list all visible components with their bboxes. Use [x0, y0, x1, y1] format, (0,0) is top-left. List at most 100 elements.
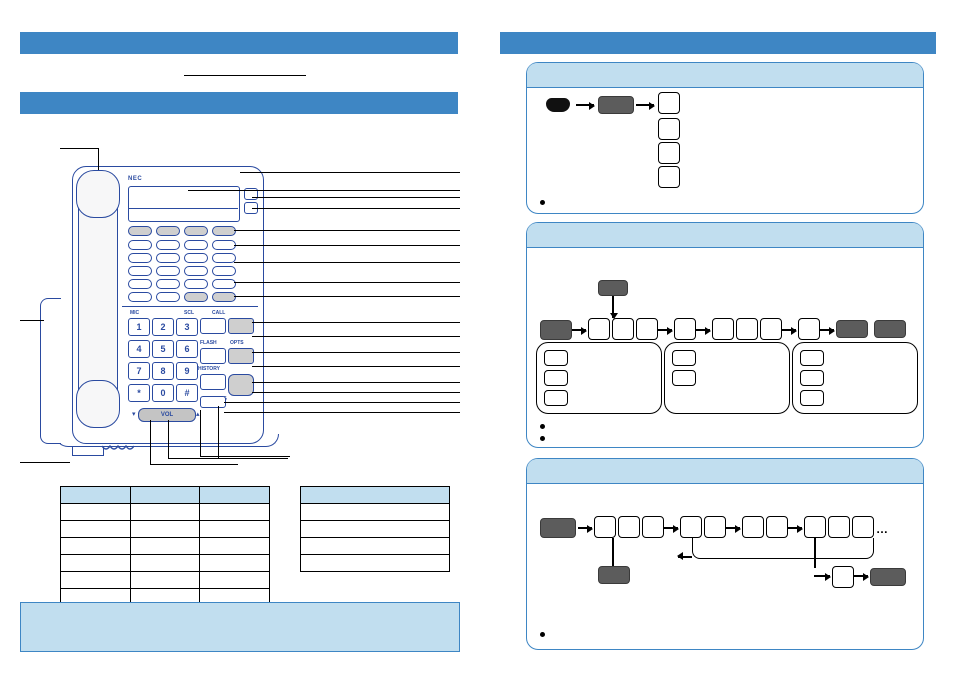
s1-key-dark — [598, 96, 634, 114]
s3-b5 — [704, 516, 726, 538]
callout-line-l1 — [20, 320, 44, 321]
s3-b3 — [642, 516, 664, 538]
s3-ar-5 — [814, 575, 830, 577]
softkey-1 — [128, 226, 152, 236]
softkey-3 — [184, 226, 208, 236]
table-a — [60, 486, 270, 606]
s2-ar-2 — [658, 329, 672, 331]
s1-stack-4 — [658, 166, 680, 188]
right-section-3-header — [527, 459, 923, 484]
callout-line-handset — [60, 148, 98, 149]
s2-g2-k1 — [672, 350, 696, 366]
s1-arrow-2 — [636, 104, 654, 106]
callout-bline-h3 — [200, 456, 290, 457]
s3-start-dark — [540, 518, 576, 538]
callout-line-r16 — [224, 402, 356, 403]
s3-b4 — [680, 516, 702, 538]
s2-b6 — [736, 318, 758, 340]
s2-b2 — [612, 318, 634, 340]
callout-bline-4 — [218, 406, 219, 458]
func-label-scl: SCL — [184, 310, 194, 316]
s2-b5 — [712, 318, 734, 340]
s2-b3 — [636, 318, 658, 340]
button-block-divider — [122, 306, 258, 307]
callout-line-l2 — [20, 462, 70, 463]
volume-rocker: VOL — [138, 408, 196, 422]
s3-ar-back — [678, 556, 692, 558]
s2-bullet-2 — [540, 436, 545, 441]
key-9: 9 — [176, 362, 198, 380]
s1-bullet — [540, 200, 545, 205]
callout-line-r9 — [234, 296, 314, 297]
s3-branch-connector — [692, 538, 874, 559]
label-underline-r8 — [342, 282, 460, 283]
right-section-2-header — [527, 223, 923, 248]
callout-line-left-top — [98, 148, 99, 170]
label-underline-r11 — [344, 336, 460, 337]
label-underline-r2 — [320, 190, 460, 191]
callout-bline-h4 — [218, 458, 288, 459]
callout-line-r6 — [234, 245, 384, 246]
s2-ar-3 — [696, 329, 710, 331]
key-star: * — [128, 384, 150, 402]
s3-b1 — [594, 516, 616, 538]
s2-end-dark — [836, 320, 868, 338]
document-page: NEC MIC SCL CALL 1 2 3 4 — [0, 0, 954, 675]
s2-g3-k1 — [800, 350, 824, 366]
brand-label: NEC — [128, 176, 142, 182]
phone-cord-icon — [100, 444, 144, 468]
label-underline-r13 — [356, 366, 460, 367]
key-7: 7 — [128, 362, 150, 380]
left-footer-band — [20, 602, 460, 652]
s3-bullet — [540, 632, 545, 637]
s3-ar-6 — [854, 575, 868, 577]
s3-ar-1 — [578, 527, 592, 529]
lcd-screen — [128, 186, 240, 222]
s2-g1-k3 — [544, 390, 568, 406]
callout-bline-3 — [200, 410, 201, 456]
callout-line-r14 — [252, 382, 356, 383]
label-underline-r1 — [320, 172, 460, 173]
s2-b8 — [798, 318, 820, 340]
s2-g3-k3 — [800, 390, 824, 406]
func-key-f — [200, 396, 226, 408]
s3-b6 — [742, 516, 764, 538]
s3-b11 — [832, 566, 854, 588]
label-underline-r3 — [382, 197, 460, 198]
callout-bline-1 — [150, 420, 151, 464]
left-title-bar-1 — [20, 32, 458, 54]
callout-line-r11 — [252, 336, 344, 337]
key-5: 5 — [152, 340, 174, 358]
callout-line-r4 — [252, 208, 384, 209]
s2-b1 — [588, 318, 610, 340]
handset-icon — [546, 98, 570, 112]
func-label-history: HISTORY — [198, 366, 220, 372]
s1-arrow-1 — [576, 104, 594, 106]
s3-ellipsis: … — [876, 522, 889, 536]
label-underline-r12 — [344, 352, 460, 353]
lcd-divider — [128, 208, 238, 209]
left-title-bar-2 — [20, 92, 458, 114]
callout-line-r10 — [252, 322, 344, 323]
callout-line-r1 — [240, 172, 320, 173]
label-underline-r14 — [356, 382, 460, 383]
s2-bullet-1 — [540, 424, 545, 429]
s2-top-dark — [598, 280, 628, 296]
key-hash: # — [176, 384, 198, 402]
softkey-4 — [212, 226, 236, 236]
s2-start-dark — [540, 320, 572, 340]
key-0: 0 — [152, 384, 174, 402]
key-2: 2 — [152, 318, 174, 336]
func-key-c — [200, 348, 226, 364]
handset-earpiece — [76, 170, 120, 218]
func-key-e — [200, 374, 226, 390]
key-6: 6 — [176, 340, 198, 358]
right-title-bar — [500, 32, 936, 54]
label-underline-r4 — [384, 208, 460, 209]
handset-mouthpiece — [76, 380, 120, 428]
key-3: 3 — [176, 318, 198, 336]
func-label-opts: OPTS — [230, 340, 244, 346]
left-subtitle-underline — [184, 75, 306, 76]
func-label-call: CALL — [212, 310, 225, 316]
label-underline-r15 — [356, 392, 460, 393]
